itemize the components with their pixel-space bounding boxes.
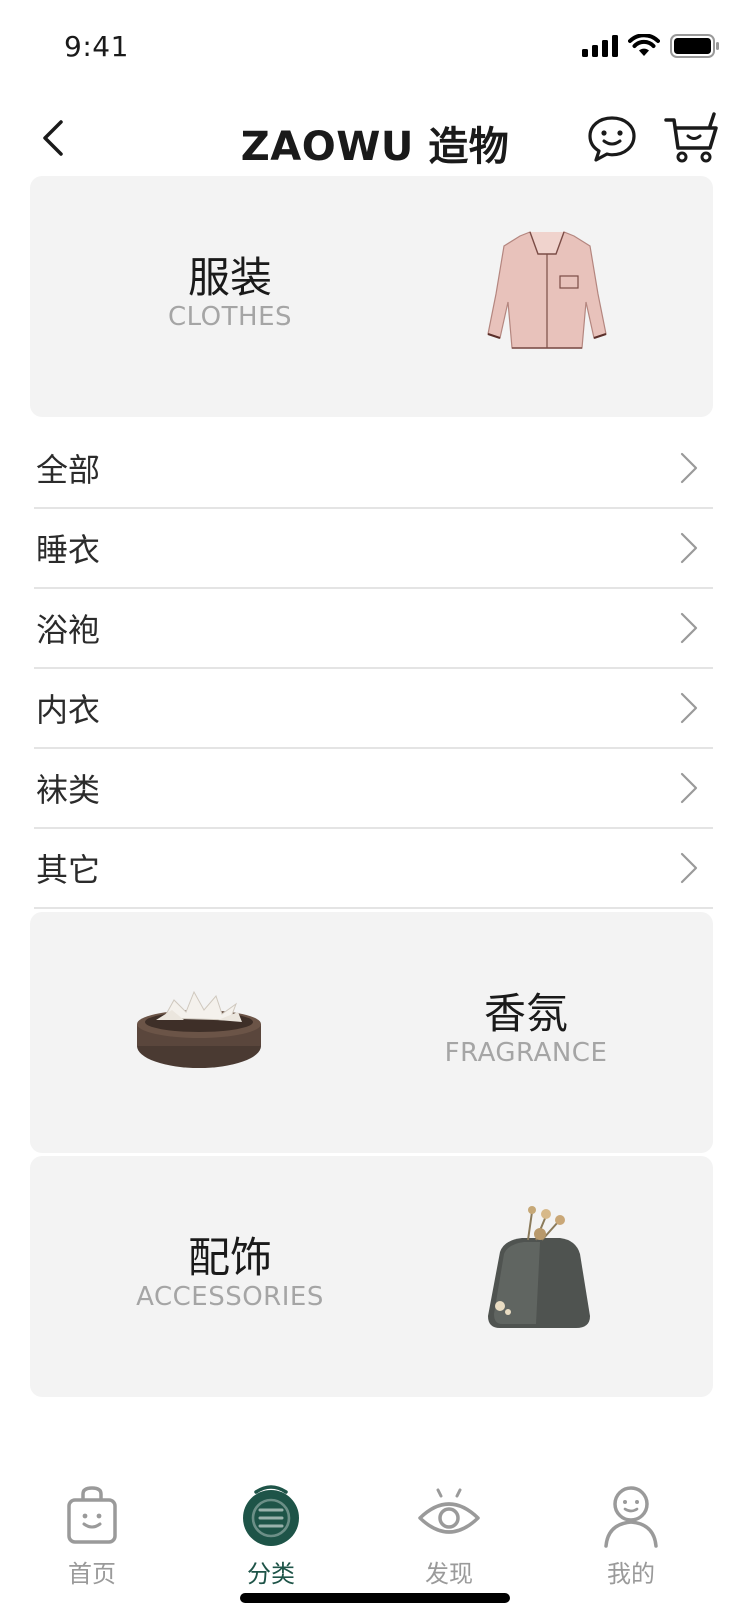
- chevron-right-icon: [680, 532, 698, 564]
- status-icons: [582, 34, 720, 58]
- user-icon: [604, 1486, 658, 1548]
- card-title: 服装: [187, 253, 272, 302]
- list-item[interactable]: 袜类: [34, 749, 713, 829]
- list-item[interactable]: 浴袍: [34, 589, 713, 669]
- shopping-bag-icon: [67, 1486, 117, 1544]
- tab-label: 首页: [68, 1560, 116, 1588]
- sub-category-list: 全部 睡衣 浴袍 内衣 袜类 其它: [34, 429, 713, 909]
- list-item-label: 其它: [36, 851, 101, 889]
- list-item-label: 内衣: [36, 691, 101, 729]
- card-text: 服装 CLOTHES: [110, 253, 350, 333]
- vase-image: [488, 1206, 590, 1328]
- tab-label: 发现: [425, 1560, 473, 1588]
- list-item[interactable]: 全部: [34, 429, 713, 509]
- shopping-cart-icon: [664, 112, 718, 163]
- list-item-label: 浴袍: [36, 611, 101, 649]
- category-card-clothes[interactable]: 服装 CLOTHES: [30, 176, 713, 417]
- cart-button[interactable]: [662, 108, 722, 168]
- category-card-accessories[interactable]: 配饰 ACCESSORIES: [30, 1156, 713, 1397]
- chat-bubble-icon: [588, 116, 636, 162]
- tab-home[interactable]: 首页: [32, 1470, 152, 1589]
- tab-category[interactable]: 分类: [211, 1470, 331, 1589]
- card-title: 香氛: [483, 989, 568, 1038]
- list-item[interactable]: 内衣: [34, 669, 713, 749]
- card-subtitle: CLOTHES: [167, 302, 293, 332]
- tab-label: 分类: [247, 1560, 295, 1588]
- status-time: 9:41: [64, 30, 129, 63]
- battery-icon: [670, 34, 719, 58]
- fragrance-diffuser-image: [137, 990, 261, 1068]
- list-item-label: 全部: [36, 451, 101, 489]
- tab-bar: 首页 分类 发现 我的: [0, 1470, 750, 1590]
- chevron-right-icon: [680, 452, 698, 484]
- card-subtitle: FRAGRANCE: [444, 1038, 608, 1068]
- list-item-label: 睡衣: [36, 531, 101, 569]
- chat-button[interactable]: [582, 108, 642, 168]
- wifi-icon: [628, 34, 660, 56]
- eye-icon: [418, 1488, 480, 1534]
- chevron-right-icon: [680, 852, 698, 884]
- tab-label: 我的: [607, 1560, 655, 1588]
- category-card-fragrance[interactable]: 香氛 FRAGRANCE: [30, 912, 713, 1153]
- cellular-signal-icon: [582, 35, 618, 57]
- card-subtitle: ACCESSORIES: [136, 1282, 324, 1312]
- list-item[interactable]: 其它: [34, 829, 713, 909]
- tab-discover[interactable]: 发现: [389, 1470, 509, 1589]
- card-text: 配饰 ACCESSORIES: [110, 1233, 350, 1313]
- chevron-right-icon: [680, 772, 698, 804]
- card-text: 香氛 FRAGRANCE: [406, 989, 646, 1069]
- tab-profile[interactable]: 我的: [571, 1470, 691, 1589]
- home-indicator: [240, 1593, 510, 1603]
- status-bar: 9:41: [0, 0, 750, 96]
- chevron-right-icon: [680, 612, 698, 644]
- pajama-shirt-image: [487, 231, 607, 349]
- chevron-right-icon: [680, 692, 698, 724]
- card-title: 配饰: [187, 1233, 272, 1282]
- list-item[interactable]: 睡衣: [34, 509, 713, 589]
- nav-bar: ZAOWU 造物: [0, 100, 750, 180]
- list-item-label: 袜类: [36, 771, 101, 809]
- category-icon: [243, 1485, 299, 1546]
